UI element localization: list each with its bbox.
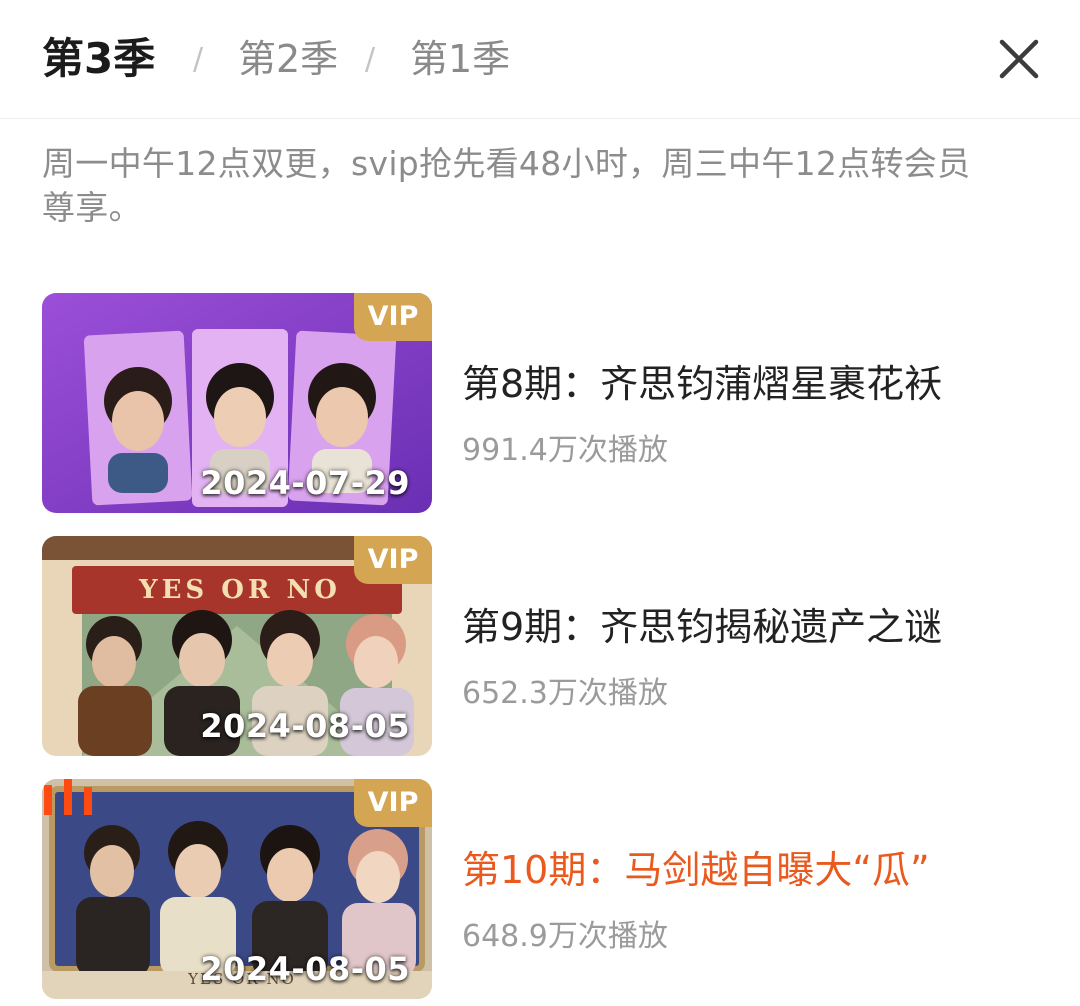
now-playing-icon [44,779,92,815]
episode-date: 2024-08-05 [200,707,410,745]
vip-badge: VIP [354,536,432,584]
tab-season-2[interactable]: 第2季 [238,30,338,88]
close-icon [999,39,1039,79]
play-count: 652.3万次播放 [462,676,668,711]
tab-separator: / [365,42,376,77]
episode-item[interactable]: VIP 2024-07-29 第8期：齐思钧蒲熠星裹花袄 991.4万次播放 [0,293,1080,513]
episode-item[interactable]: YES OR NO VIP 2024-08-05 第9期：齐思钧揭秘遗产之谜 6… [0,536,1080,756]
tab-season-3[interactable]: 第3季 [42,30,155,88]
episode-thumbnail[interactable]: YES OR NO VIP 2024-08-05 [42,779,432,999]
banner-text: YES OR NO [139,575,341,605]
episode-date: 2024-07-29 [200,464,410,502]
play-count: 991.4万次播放 [462,433,668,468]
play-count: 648.9万次播放 [462,919,668,954]
tab-season-1[interactable]: 第1季 [410,30,510,88]
episode-title: 第10期：马剑越自曝大“瓜” [462,848,930,892]
episode-item-current[interactable]: YES OR NO VIP 2024-08-05 第10期：马剑越自曝大“瓜” … [0,779,1080,999]
close-button[interactable] [990,30,1048,88]
episode-thumbnail[interactable]: VIP 2024-07-29 [42,293,432,513]
episode-thumbnail[interactable]: YES OR NO VIP 2024-08-05 [42,536,432,756]
episode-date: 2024-08-05 [200,950,410,988]
season-tab-bar: 第3季 / 第2季 / 第1季 [0,0,1080,119]
episode-title: 第9期：齐思钧揭秘遗产之谜 [462,605,943,649]
episode-title: 第8期：齐思钧蒲熠星裹花袄 [462,362,943,406]
episode-list-panel: 第3季 / 第2季 / 第1季 周一中午12点双更，svip抢先看48小时，周三… [0,0,1080,1006]
tab-separator: / [193,42,204,77]
schedule-notice: 周一中午12点双更，svip抢先看48小时，周三中午12点转会员尊享。 [42,144,971,227]
vip-badge: VIP [354,293,432,341]
vip-badge: VIP [354,779,432,827]
